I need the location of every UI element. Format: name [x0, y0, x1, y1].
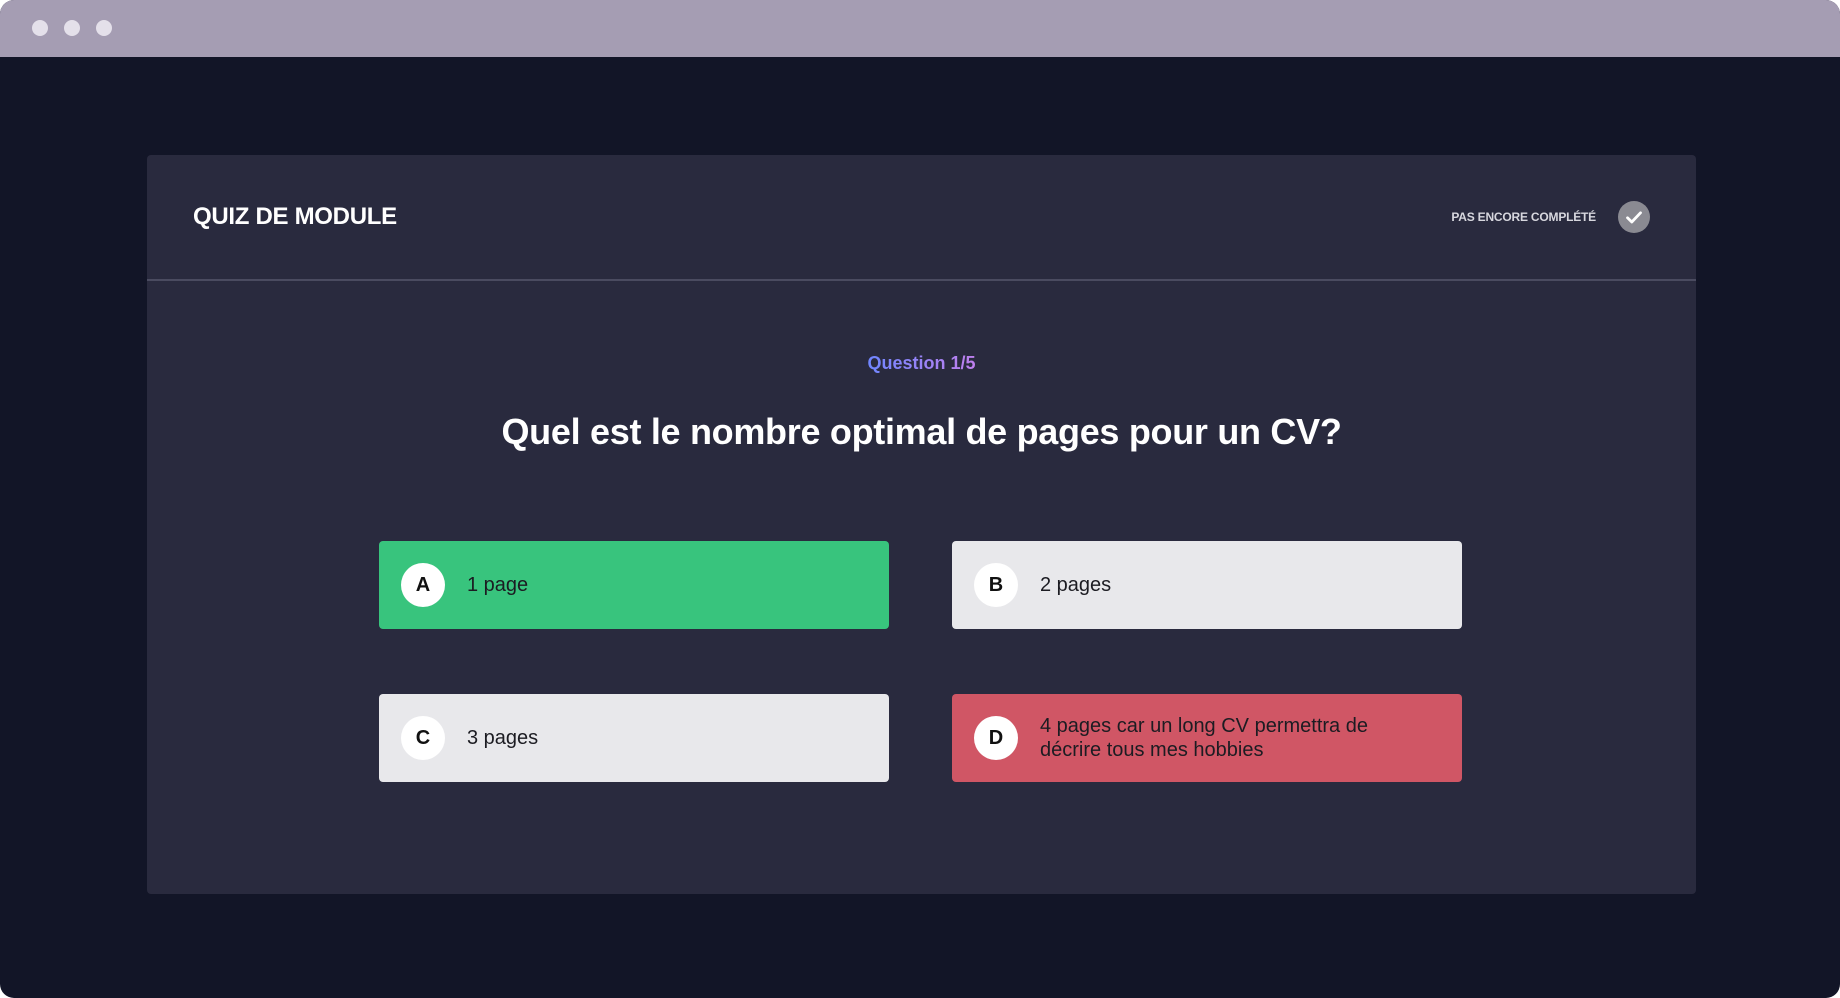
answer-option-b[interactable]: B 2 pages — [952, 541, 1462, 629]
quiz-header: QUIZ DE MODULE PAS ENCORE COMPLÉTÉ — [147, 155, 1696, 281]
answer-letter-badge: D — [974, 716, 1018, 760]
answer-option-d[interactable]: D 4 pages car un long CV permettra de dé… — [952, 694, 1462, 782]
answer-option-c[interactable]: C 3 pages — [379, 694, 889, 782]
question-counter: Question 1/5 — [867, 353, 976, 373]
answer-letter-badge: B — [974, 563, 1018, 607]
app-window: QUIZ DE MODULE PAS ENCORE COMPLÉTÉ Quest… — [0, 0, 1840, 998]
status-label: PAS ENCORE COMPLÉTÉ — [1451, 210, 1596, 224]
answer-label: 1 page — [467, 574, 529, 596]
answer-label: 2 pages — [1040, 574, 1112, 596]
window-close-button[interactable] — [32, 20, 48, 36]
answer-letter-badge: C — [401, 716, 445, 760]
answer-letter-badge: A — [401, 563, 445, 607]
window-maximize-button[interactable] — [96, 20, 112, 36]
question-text: Quel est le nombre optimal de pages pour… — [501, 411, 1342, 452]
quiz-card: QUIZ DE MODULE PAS ENCORE COMPLÉTÉ Quest… — [147, 155, 1696, 894]
answer-label: 3 pages — [467, 727, 539, 749]
check-circle-icon — [1618, 201, 1650, 233]
window-titlebar — [0, 0, 1840, 57]
answer-option-a[interactable]: A 1 page — [379, 541, 889, 629]
answer-label: 4 pages car un long CV permettra de décr… — [1040, 715, 1368, 761]
completion-status: PAS ENCORE COMPLÉTÉ — [1451, 201, 1650, 233]
window-minimize-button[interactable] — [64, 20, 80, 36]
quiz-title: QUIZ DE MODULE — [193, 203, 397, 230]
